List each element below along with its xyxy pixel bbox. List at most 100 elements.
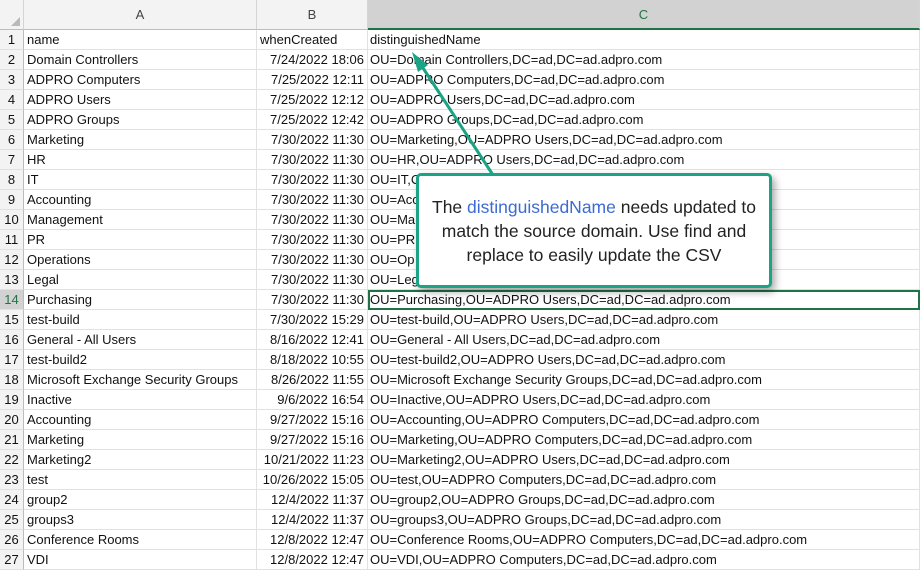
cell-whencreated[interactable]: 7/30/2022 11:30: [257, 130, 368, 150]
row-number[interactable]: 12: [0, 250, 24, 270]
cell-name[interactable]: HR: [24, 150, 257, 170]
cell-name[interactable]: test-build2: [24, 350, 257, 370]
cell-whencreated[interactable]: 9/6/2022 16:54: [257, 390, 368, 410]
cell-distinguishedname[interactable]: OU=Domain Controllers,DC=ad,DC=ad.adpro.…: [368, 50, 920, 70]
cell-distinguishedname[interactable]: OU=test,OU=ADPRO Computers,DC=ad,DC=ad.a…: [368, 470, 920, 490]
row-number[interactable]: 24: [0, 490, 24, 510]
cell-distinguishedname[interactable]: OU=Marketing2,OU=ADPRO Users,DC=ad,DC=ad…: [368, 450, 920, 470]
cell-whencreated[interactable]: 7/25/2022 12:11: [257, 70, 368, 90]
cell-whencreated[interactable]: 7/30/2022 11:30: [257, 290, 368, 310]
cell-name[interactable]: Marketing: [24, 130, 257, 150]
row-number[interactable]: 3: [0, 70, 24, 90]
cell-header-distinguishedname[interactable]: distinguishedName: [368, 30, 920, 50]
cell-name[interactable]: test: [24, 470, 257, 490]
cell-distinguishedname[interactable]: OU=ADPRO Computers,DC=ad,DC=ad.adpro.com: [368, 70, 920, 90]
cell-distinguishedname[interactable]: OU=Marketing,OU=ADPRO Computers,DC=ad,DC…: [368, 430, 920, 450]
cell-name[interactable]: IT: [24, 170, 257, 190]
cell-whencreated[interactable]: 7/30/2022 11:30: [257, 270, 368, 290]
cell-name[interactable]: group2: [24, 490, 257, 510]
cell-whencreated[interactable]: 7/24/2022 18:06: [257, 50, 368, 70]
cell-whencreated[interactable]: 12/4/2022 11:37: [257, 490, 368, 510]
cell-distinguishedname[interactable]: OU=test-build2,OU=ADPRO Users,DC=ad,DC=a…: [368, 350, 920, 370]
row-number[interactable]: 4: [0, 90, 24, 110]
row-number[interactable]: 17: [0, 350, 24, 370]
cell-name[interactable]: Domain Controllers: [24, 50, 257, 70]
row-number[interactable]: 7: [0, 150, 24, 170]
cell-name[interactable]: PR: [24, 230, 257, 250]
cell-name[interactable]: ADPRO Groups: [24, 110, 257, 130]
cell-name[interactable]: ADPRO Users: [24, 90, 257, 110]
cell-name[interactable]: General - All Users: [24, 330, 257, 350]
cell-distinguishedname[interactable]: OU=HR,OU=ADPRO Users,DC=ad,DC=ad.adpro.c…: [368, 150, 920, 170]
cell-distinguishedname[interactable]: OU=group2,OU=ADPRO Groups,DC=ad,DC=ad.ad…: [368, 490, 920, 510]
row-number[interactable]: 10: [0, 210, 24, 230]
row-number[interactable]: 19: [0, 390, 24, 410]
cell-distinguishedname[interactable]: OU=General - All Users,DC=ad,DC=ad.adpro…: [368, 330, 920, 350]
row-number[interactable]: 26: [0, 530, 24, 550]
cell-whencreated[interactable]: 9/27/2022 15:16: [257, 410, 368, 430]
row-number[interactable]: 2: [0, 50, 24, 70]
cell-name[interactable]: Marketing: [24, 430, 257, 450]
cell-whencreated[interactable]: 7/30/2022 11:30: [257, 150, 368, 170]
row-number[interactable]: 6: [0, 130, 24, 150]
cell-whencreated[interactable]: 10/26/2022 15:05: [257, 470, 368, 490]
cell-name[interactable]: Marketing2: [24, 450, 257, 470]
cell-name[interactable]: Accounting: [24, 190, 257, 210]
cell-name[interactable]: Operations: [24, 250, 257, 270]
row-number[interactable]: 18: [0, 370, 24, 390]
cell-whencreated[interactable]: 7/30/2022 11:30: [257, 230, 368, 250]
cell-distinguishedname[interactable]: OU=Conference Rooms,OU=ADPRO Computers,D…: [368, 530, 920, 550]
cell-whencreated[interactable]: 8/16/2022 12:41: [257, 330, 368, 350]
select-all-button[interactable]: [0, 0, 24, 30]
cell-whencreated[interactable]: 7/30/2022 11:30: [257, 250, 368, 270]
cell-name[interactable]: ADPRO Computers: [24, 70, 257, 90]
row-number[interactable]: 23: [0, 470, 24, 490]
row-number[interactable]: 1: [0, 30, 24, 50]
column-header-c[interactable]: C: [368, 0, 920, 30]
cell-whencreated[interactable]: 7/30/2022 15:29: [257, 310, 368, 330]
cell-whencreated[interactable]: 8/18/2022 10:55: [257, 350, 368, 370]
cell-distinguishedname[interactable]: OU=Microsoft Exchange Security Groups,DC…: [368, 370, 920, 390]
column-header-b[interactable]: B: [257, 0, 368, 30]
row-number[interactable]: 15: [0, 310, 24, 330]
cell-whencreated[interactable]: 7/25/2022 12:42: [257, 110, 368, 130]
cell-whencreated[interactable]: 7/30/2022 11:30: [257, 190, 368, 210]
cell-name[interactable]: Accounting: [24, 410, 257, 430]
cell-name[interactable]: Microsoft Exchange Security Groups: [24, 370, 257, 390]
cell-distinguishedname[interactable]: OU=VDI,OU=ADPRO Computers,DC=ad,DC=ad.ad…: [368, 550, 920, 570]
cell-name[interactable]: Inactive: [24, 390, 257, 410]
cell-header-whencreated[interactable]: whenCreated: [257, 30, 368, 50]
cell-distinguishedname[interactable]: OU=Marketing,OU=ADPRO Users,DC=ad,DC=ad.…: [368, 130, 920, 150]
cell-whencreated[interactable]: 12/8/2022 12:47: [257, 530, 368, 550]
cell-whencreated[interactable]: 12/4/2022 11:37: [257, 510, 368, 530]
column-header-a[interactable]: A: [24, 0, 257, 30]
cell-distinguishedname[interactable]: OU=test-build,OU=ADPRO Users,DC=ad,DC=ad…: [368, 310, 920, 330]
cell-name[interactable]: Conference Rooms: [24, 530, 257, 550]
cell-name[interactable]: VDI: [24, 550, 257, 570]
cell-distinguishedname[interactable]: OU=Inactive,OU=ADPRO Users,DC=ad,DC=ad.a…: [368, 390, 920, 410]
cell-name[interactable]: Purchasing: [24, 290, 257, 310]
row-number[interactable]: 11: [0, 230, 24, 250]
cell-whencreated[interactable]: 8/26/2022 11:55: [257, 370, 368, 390]
cell-whencreated[interactable]: 12/8/2022 12:47: [257, 550, 368, 570]
cell-name[interactable]: groups3: [24, 510, 257, 530]
row-number[interactable]: 13: [0, 270, 24, 290]
cell-name[interactable]: test-build: [24, 310, 257, 330]
cell-distinguishedname[interactable]: OU=ADPRO Users,DC=ad,DC=ad.adpro.com: [368, 90, 920, 110]
cell-distinguishedname[interactable]: OU=Purchasing,OU=ADPRO Users,DC=ad,DC=ad…: [368, 290, 920, 310]
row-number[interactable]: 22: [0, 450, 24, 470]
cell-whencreated[interactable]: 7/30/2022 11:30: [257, 210, 368, 230]
cell-header-name[interactable]: name: [24, 30, 257, 50]
row-number[interactable]: 20: [0, 410, 24, 430]
row-number[interactable]: 5: [0, 110, 24, 130]
row-number[interactable]: 27: [0, 550, 24, 570]
cell-whencreated[interactable]: 9/27/2022 15:16: [257, 430, 368, 450]
cell-whencreated[interactable]: 7/30/2022 11:30: [257, 170, 368, 190]
cell-whencreated[interactable]: 10/21/2022 11:23: [257, 450, 368, 470]
row-number[interactable]: 14: [0, 290, 24, 310]
cell-distinguishedname[interactable]: OU=ADPRO Groups,DC=ad,DC=ad.adpro.com: [368, 110, 920, 130]
cell-name[interactable]: Management: [24, 210, 257, 230]
cell-whencreated[interactable]: 7/25/2022 12:12: [257, 90, 368, 110]
cell-distinguishedname[interactable]: OU=groups3,OU=ADPRO Groups,DC=ad,DC=ad.a…: [368, 510, 920, 530]
cell-name[interactable]: Legal: [24, 270, 257, 290]
